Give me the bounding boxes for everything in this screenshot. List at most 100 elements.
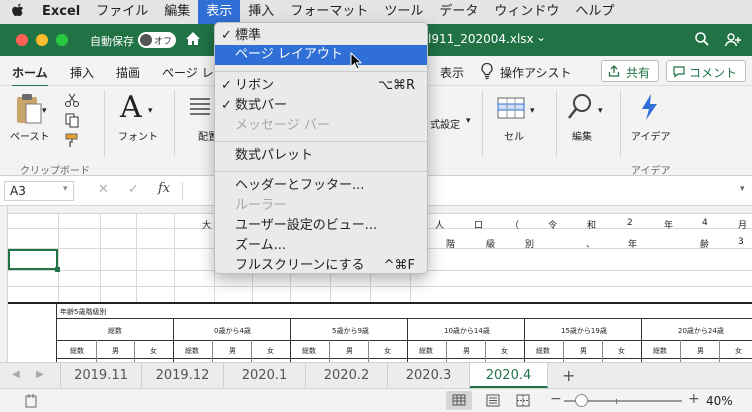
autosave-toggle[interactable]: オフ	[138, 32, 176, 48]
cells-chevron-icon[interactable]: ▾	[530, 106, 535, 116]
subheader-total: 総数	[653, 347, 667, 355]
page-layout-view-icon[interactable]	[486, 394, 500, 410]
zoom-out-button[interactable]: −	[550, 391, 562, 407]
tab-page-layout[interactable]: ページ レ	[162, 64, 214, 81]
number-format-chevron-icon[interactable]: ▾	[466, 116, 471, 126]
tab-insert[interactable]: 挿入	[70, 64, 94, 81]
row-headers	[0, 206, 8, 362]
cells-icon[interactable]	[496, 94, 526, 125]
menu-window[interactable]: ウィンドウ	[486, 0, 567, 24]
page-break-view-icon[interactable]	[516, 394, 530, 410]
subtitle-char: 、	[586, 240, 596, 250]
font-icon[interactable]: A	[120, 90, 142, 125]
prev-sheet-icon[interactable]: ◀	[12, 369, 20, 380]
menu-format[interactable]: フォーマット	[282, 0, 376, 24]
tab-view[interactable]: 表示	[440, 64, 464, 81]
subheader-female: 女	[150, 347, 157, 355]
normal-view-button[interactable]	[446, 391, 472, 410]
menu-item-formula-bar[interactable]: ✓ 数式バー	[215, 96, 427, 116]
enter-formula-icon[interactable]: ✓	[128, 182, 139, 197]
share-button[interactable]: 共有	[601, 60, 659, 82]
menu-item-custom-views[interactable]: ユーザー設定のビュー...	[215, 216, 427, 236]
format-painter-icon[interactable]	[64, 132, 80, 151]
sheet-tab[interactable]: 2020.2	[306, 363, 388, 388]
sheet-tab[interactable]: 2019.11	[60, 363, 142, 388]
formula-divider	[182, 182, 183, 200]
macro-record-icon[interactable]	[24, 393, 40, 412]
fill-handle[interactable]	[55, 267, 60, 272]
cut-icon[interactable]	[64, 92, 80, 111]
view-menu-dropdown: ✓ 標準 ページ レイアウト ✓ リボン ⌥⌘R ✓ 数式バー メッセージ バー 数式パ…	[214, 22, 428, 274]
insert-function-icon[interactable]: fx	[158, 181, 170, 196]
paste-chevron-icon[interactable]: ▾	[42, 106, 47, 116]
font-chevron-icon[interactable]: ▾	[148, 106, 153, 116]
zoom-in-button[interactable]: +	[688, 391, 700, 407]
tell-me-search[interactable]: 操作アシスト	[500, 64, 572, 81]
apple-menu-icon[interactable]	[0, 3, 34, 22]
filename-chevron-icon[interactable]: ⌄	[536, 30, 546, 44]
copy-icon[interactable]	[64, 112, 80, 131]
alignment-icon[interactable]	[188, 96, 212, 123]
zoom-slider-thumb[interactable]	[575, 394, 589, 407]
cancel-formula-icon[interactable]: ✕	[98, 182, 109, 197]
mouse-pointer-icon	[350, 51, 363, 73]
zoom-window-button[interactable]	[56, 34, 68, 46]
name-box[interactable]: A3 ▾	[4, 181, 74, 201]
title-char: （	[510, 221, 520, 231]
menu-item-zoom[interactable]: ズーム...	[215, 236, 427, 256]
find-chevron-icon[interactable]: ▾	[598, 106, 603, 116]
home-icon[interactable]	[184, 30, 202, 51]
subheader-total: 総数	[70, 347, 84, 355]
subheader-total: 総数	[302, 347, 316, 355]
header-age-group: 15歳から19歳	[561, 327, 607, 335]
expand-formula-chevron-icon[interactable]: ▾	[740, 184, 745, 194]
number-format-label: 式設定	[430, 120, 460, 131]
add-sheet-button[interactable]: +	[562, 366, 575, 385]
selected-cell[interactable]	[8, 249, 58, 270]
sheet-tab[interactable]: 2020.1	[224, 363, 306, 388]
menu-item-ribbon[interactable]: ✓ リボン ⌥⌘R	[215, 76, 427, 96]
status-bar: − + 40%	[0, 388, 752, 412]
zoom-slider-tick	[616, 399, 617, 404]
name-box-value: A3	[10, 184, 26, 198]
comment-icon	[673, 66, 685, 81]
account-icon[interactable]	[724, 31, 742, 52]
menu-excel[interactable]: Excel	[34, 0, 88, 24]
sheet-tab[interactable]: 2019.12	[142, 363, 224, 388]
tab-home[interactable]: ホーム	[12, 64, 48, 87]
sheet-tab-active[interactable]: 2020.4	[470, 363, 548, 388]
lightbulb-icon	[480, 62, 494, 83]
subtitle-char: 年	[628, 240, 638, 250]
clipboard-group-label: クリップボード	[20, 166, 90, 177]
menu-view[interactable]: 表示	[198, 0, 241, 24]
filename-title: l911_202004.xlsx	[428, 32, 534, 46]
close-window-button[interactable]	[16, 34, 28, 46]
find-icon[interactable]	[566, 92, 594, 125]
menu-tools[interactable]: ツール	[376, 0, 431, 24]
subheader-male: 男	[697, 347, 704, 355]
ideas-icon[interactable]	[638, 92, 660, 125]
next-sheet-icon[interactable]: ▶	[36, 369, 44, 380]
menu-insert[interactable]: 挿入	[240, 0, 282, 24]
menu-data[interactable]: データ	[431, 0, 486, 24]
sheet-tab[interactable]: 2020.3	[388, 363, 470, 388]
menu-edit[interactable]: 編集	[156, 0, 198, 24]
minimize-window-button[interactable]	[36, 34, 48, 46]
paste-icon[interactable]	[14, 92, 44, 129]
checkmark-icon: ✓	[221, 28, 232, 43]
menu-item-fullscreen[interactable]: フルスクリーンにする ^⌘F	[215, 256, 427, 276]
edit-label: 編集	[572, 132, 592, 143]
menu-item-page-layout[interactable]: ページ レイアウト	[215, 45, 427, 65]
menu-file[interactable]: ファイル	[88, 0, 156, 24]
menu-item-normal[interactable]: ✓ 標準	[215, 26, 427, 46]
tab-draw[interactable]: 描画	[116, 64, 140, 81]
menu-item-header-footer[interactable]: ヘッダーとフッター...	[215, 176, 427, 196]
search-icon[interactable]	[694, 31, 710, 50]
menu-item-formula-palette[interactable]: 数式パレット	[215, 146, 427, 166]
subtitle-char: 齢	[700, 240, 710, 250]
subtitle-char: 階	[446, 240, 456, 250]
name-box-chevron-icon[interactable]: ▾	[63, 184, 68, 194]
subheader-male: 男	[463, 347, 470, 355]
comment-button[interactable]: コメント	[666, 60, 746, 82]
menu-help[interactable]: ヘルプ	[567, 0, 622, 24]
